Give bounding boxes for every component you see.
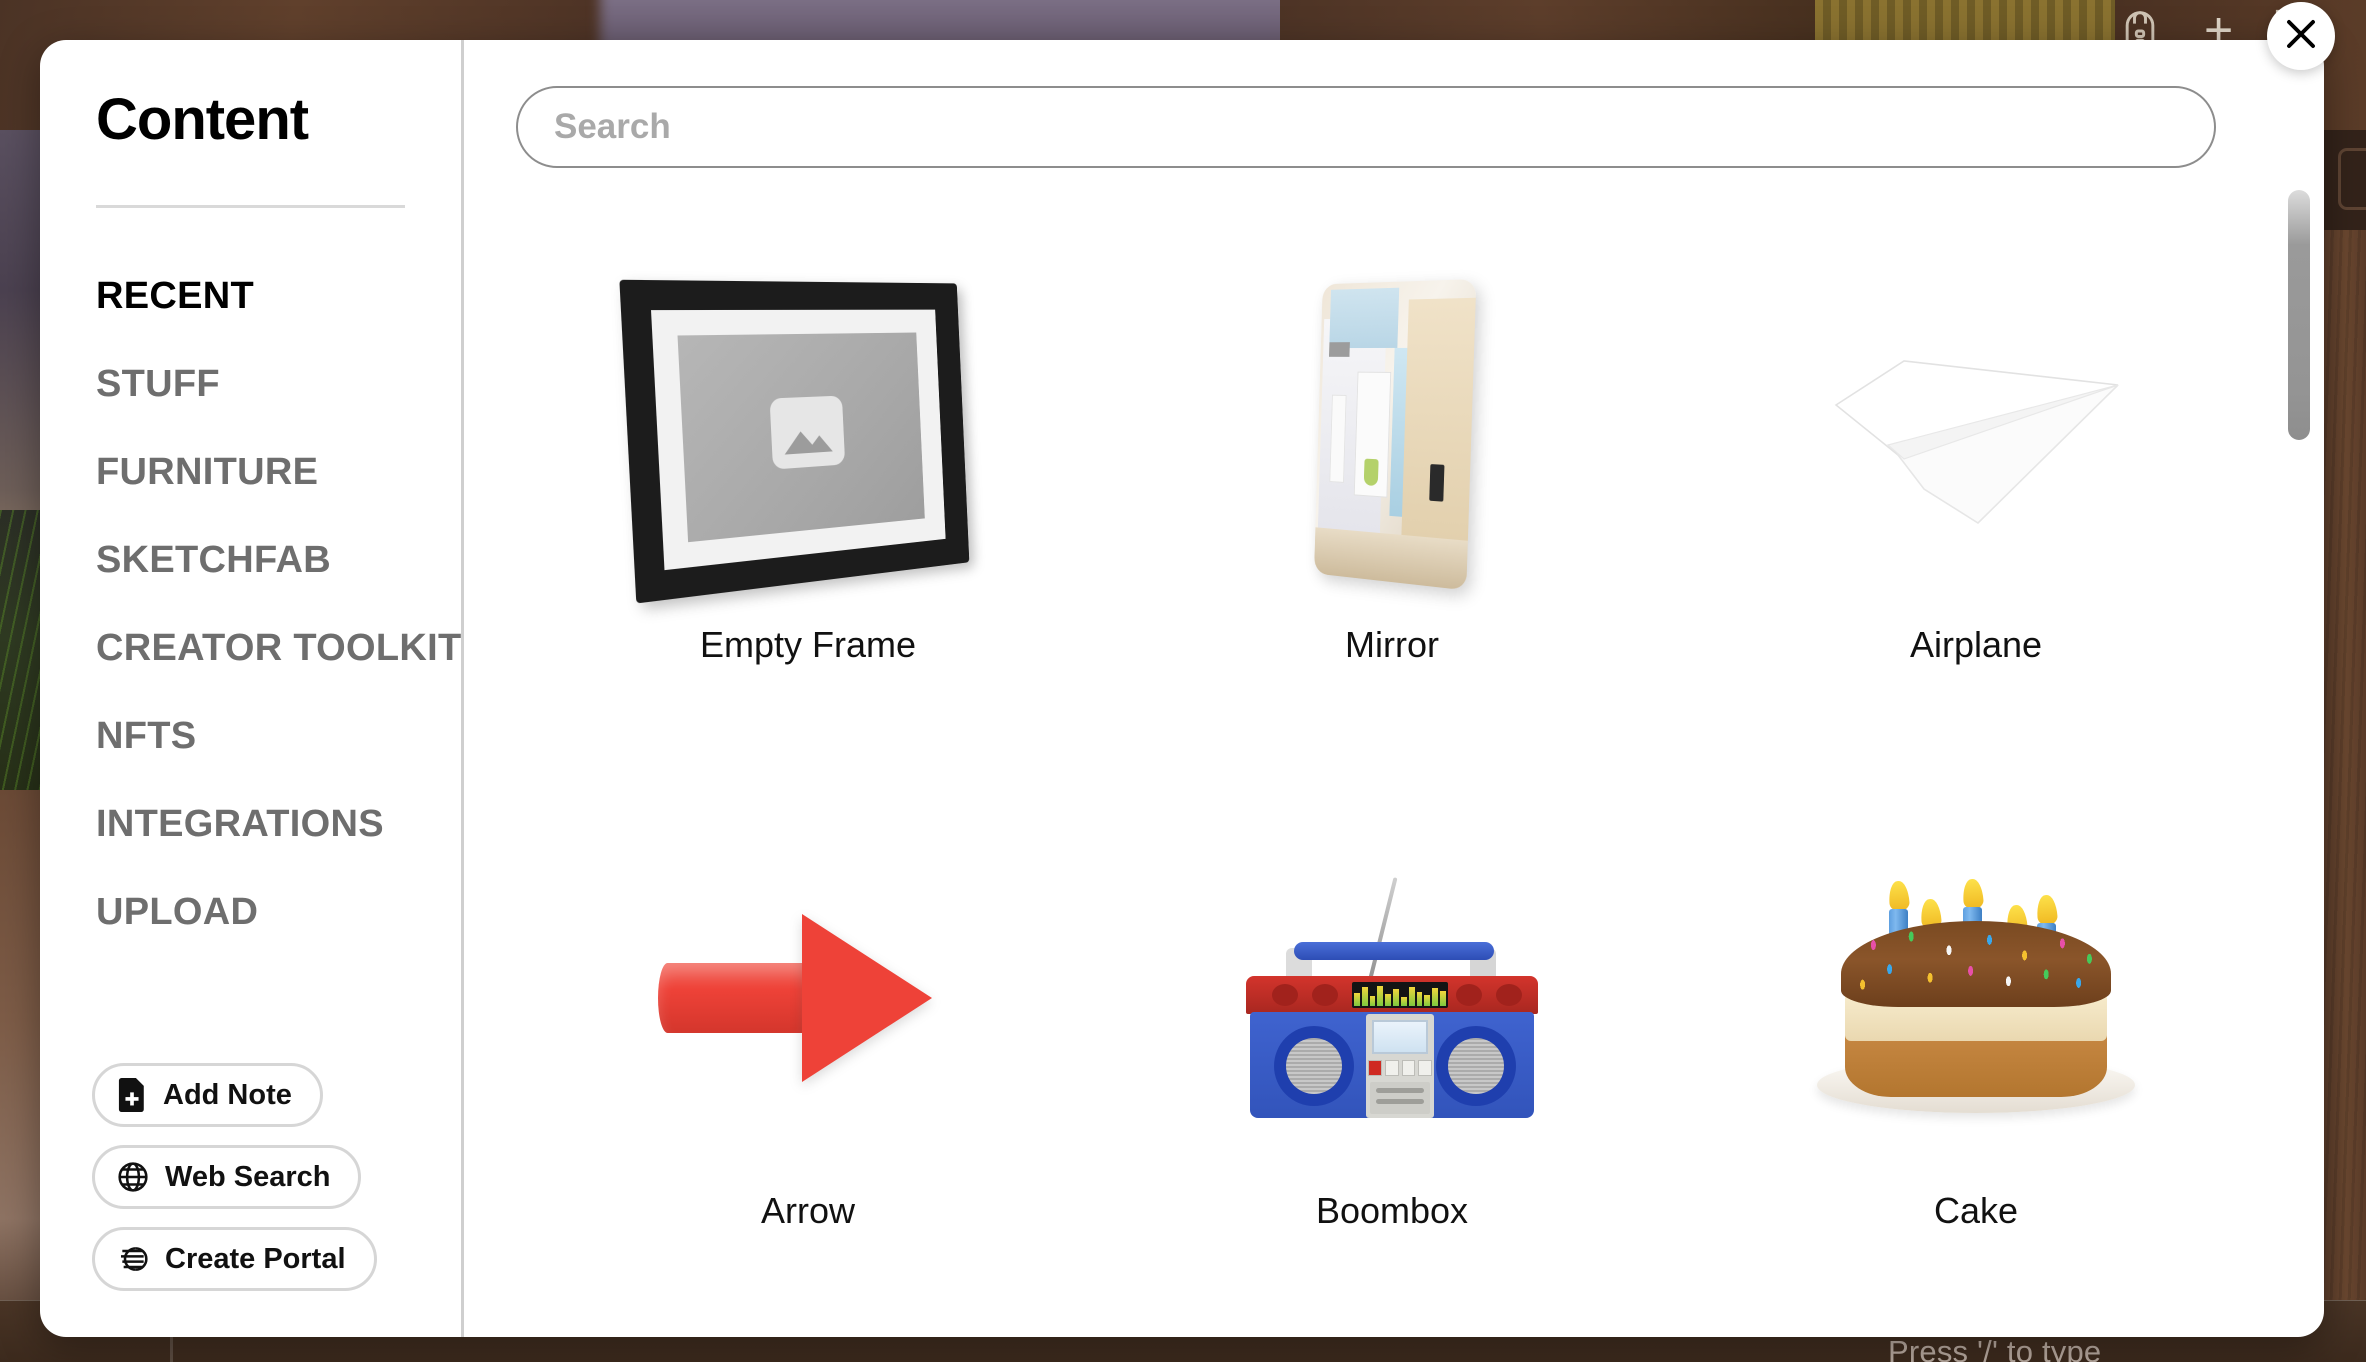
web-search-label: Web Search bbox=[165, 1160, 331, 1193]
boombox-speaker-left bbox=[1274, 1026, 1354, 1106]
type-hint-text: Press '/' to type bbox=[1888, 1334, 2102, 1362]
asset-grid: Empty Frame Mirror Airplane Arrow Boombo… bbox=[516, 222, 2268, 1337]
mirror-reflection-artwork-2 bbox=[1329, 394, 1347, 483]
sidebar-item-upload[interactable]: UPLOAD bbox=[40, 868, 461, 956]
frame-canvas bbox=[677, 332, 925, 543]
sidebar-nav: RECENT STUFF FURNITURE SKETCHFAB CREATOR… bbox=[40, 252, 461, 956]
add-note-button[interactable]: Add Note bbox=[92, 1063, 323, 1127]
boombox-knob bbox=[1312, 984, 1338, 1006]
boombox-art bbox=[1232, 868, 1552, 1128]
sidebar-item-recent[interactable]: RECENT bbox=[40, 252, 461, 340]
empty-frame-art bbox=[619, 279, 970, 604]
scene-left-hedge bbox=[0, 510, 44, 790]
mirror-art bbox=[1314, 279, 1477, 591]
boombox-knob bbox=[1456, 984, 1482, 1006]
scene-right-wall-frame bbox=[2338, 148, 2366, 210]
mirror-reflection-artwork bbox=[1353, 371, 1391, 498]
cake-art bbox=[1811, 873, 2141, 1123]
web-search-button[interactable]: Web Search bbox=[92, 1145, 362, 1209]
boombox-knob bbox=[1496, 984, 1522, 1006]
add-note-label: Add Note bbox=[163, 1078, 292, 1111]
asset-card-mirror[interactable]: Mirror bbox=[1100, 222, 1684, 788]
close-icon bbox=[2283, 16, 2319, 57]
sidebar: Content RECENT STUFF FURNITURE SKETCHFAB… bbox=[40, 40, 464, 1337]
portal-icon bbox=[117, 1243, 149, 1275]
asset-thumbnail bbox=[1684, 788, 2268, 1208]
create-portal-label: Create Portal bbox=[165, 1242, 346, 1275]
globe-icon bbox=[117, 1161, 149, 1193]
sidebar-item-stuff[interactable]: STUFF bbox=[40, 340, 461, 428]
asset-thumbnail bbox=[1100, 788, 1684, 1208]
boombox-cassette bbox=[1372, 1020, 1428, 1054]
boombox-handle bbox=[1294, 942, 1494, 960]
asset-thumbnail bbox=[516, 788, 1100, 1208]
boombox-equalizer bbox=[1352, 982, 1448, 1008]
candle-flame bbox=[1887, 880, 1911, 912]
scene-left-sky bbox=[0, 130, 44, 530]
asset-thumbnail bbox=[516, 222, 1100, 642]
content-area: Empty Frame M bbox=[464, 40, 2324, 1337]
asset-thumbnail bbox=[1100, 222, 1684, 642]
mirror-reflection-switch bbox=[1428, 464, 1445, 502]
asset-card-airplane[interactable]: Airplane bbox=[1684, 222, 2268, 788]
boombox-speaker-right bbox=[1436, 1026, 1516, 1106]
arrow-head bbox=[802, 914, 932, 1082]
scene-right-wall bbox=[2322, 230, 2366, 1300]
create-portal-button[interactable]: Create Portal bbox=[92, 1227, 377, 1291]
asset-card-cake[interactable]: Cake bbox=[1684, 788, 2268, 1337]
scene-left-floor bbox=[0, 790, 44, 1362]
sidebar-item-sketchfab[interactable]: SKETCHFAB bbox=[40, 516, 461, 604]
asset-thumbnail bbox=[1684, 222, 2268, 642]
page-title: Content bbox=[96, 87, 309, 152]
candle-flame bbox=[1961, 878, 1985, 910]
sidebar-item-furniture[interactable]: FURNITURE bbox=[40, 428, 461, 516]
close-button[interactable] bbox=[2267, 2, 2335, 70]
boombox-antenna bbox=[1366, 877, 1398, 987]
image-placeholder-icon bbox=[769, 395, 846, 470]
arrow-art bbox=[658, 914, 958, 1082]
sidebar-item-integrations[interactable]: INTEGRATIONS bbox=[40, 780, 461, 868]
asset-card-arrow[interactable]: Arrow bbox=[516, 788, 1100, 1337]
paper-airplane-art bbox=[1826, 327, 2126, 537]
mirror-reflection-window bbox=[1329, 287, 1400, 349]
sidebar-actions: Add Note Web Search Create Portal bbox=[40, 1063, 461, 1337]
content-browser-modal: Content RECENT STUFF FURNITURE SKETCHFAB… bbox=[40, 40, 2324, 1337]
search-input[interactable] bbox=[516, 86, 2216, 168]
sidebar-item-creator-toolkit[interactable]: CREATOR TOOLKIT bbox=[40, 604, 461, 692]
note-plus-icon bbox=[117, 1078, 147, 1112]
cake-chocolate-frosting bbox=[1841, 921, 2111, 1007]
arrow-shaft bbox=[658, 963, 808, 1033]
search-wrapper bbox=[516, 86, 2268, 168]
boombox-front-grill bbox=[1370, 1082, 1430, 1114]
boombox-knob bbox=[1272, 984, 1298, 1006]
asset-card-empty-frame[interactable]: Empty Frame bbox=[516, 222, 1100, 788]
asset-card-boombox[interactable]: Boombox bbox=[1100, 788, 1684, 1337]
sidebar-divider bbox=[96, 205, 405, 208]
scrollbar-thumb[interactable] bbox=[2288, 190, 2310, 440]
sidebar-item-nfts[interactable]: NFTS bbox=[40, 692, 461, 780]
mirror-reflection-shelf bbox=[1329, 342, 1350, 357]
boombox-transport-buttons bbox=[1368, 1060, 1432, 1076]
